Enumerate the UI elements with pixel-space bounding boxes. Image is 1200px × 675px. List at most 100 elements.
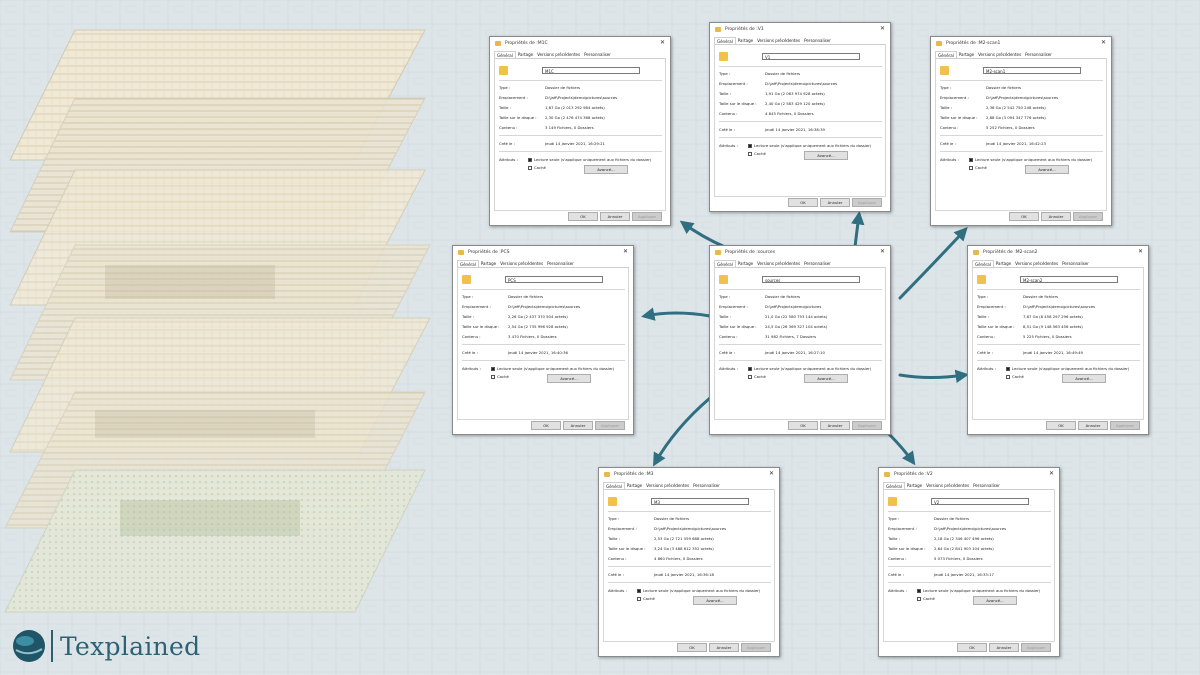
tab-sharing[interactable]: Partage <box>736 260 755 267</box>
cancel-button[interactable]: Annuler <box>1078 421 1108 430</box>
apply-button[interactable]: Appliquer <box>1021 643 1051 652</box>
ok-button[interactable]: OK <box>788 421 818 430</box>
folder-name-field[interactable]: V2 <box>931 498 1029 505</box>
ok-button[interactable]: OK <box>1009 212 1039 221</box>
apply-button[interactable]: Appliquer <box>1073 212 1103 221</box>
folder-name-field[interactable]: sources <box>762 276 860 283</box>
readonly-checkbox[interactable] <box>491 367 495 371</box>
readonly-checkbox[interactable] <box>917 589 921 593</box>
tab-customize[interactable]: Personnaliser <box>802 260 833 267</box>
tab-general[interactable]: Général <box>935 51 957 58</box>
tab-sharing[interactable]: Partage <box>516 51 535 58</box>
folder-name-field[interactable]: PCS <box>505 276 603 283</box>
tab-previous-versions[interactable]: Versions précédentes <box>755 260 802 267</box>
tab-previous-versions[interactable]: Versions précédentes <box>1013 260 1060 267</box>
ok-button[interactable]: OK <box>677 643 707 652</box>
title-bar[interactable]: Propriétés de : V2 ✕ <box>879 468 1059 480</box>
tab-previous-versions[interactable]: Versions précédentes <box>535 51 582 58</box>
close-icon[interactable]: ✕ <box>1101 39 1106 46</box>
close-icon[interactable]: ✕ <box>880 248 885 255</box>
tab-general[interactable]: Général <box>714 260 736 267</box>
hidden-checkbox[interactable] <box>1006 375 1010 379</box>
close-icon[interactable]: ✕ <box>623 248 628 255</box>
properties-dialog-v2[interactable]: Propriétés de : V2 ✕ Général Partage Versio… <box>878 467 1060 657</box>
properties-dialog-v1[interactable]: Propriétés de : V1 ✕ Général Partage Versio… <box>709 22 891 212</box>
close-icon[interactable]: ✕ <box>880 25 885 32</box>
tab-customize[interactable]: Personnaliser <box>691 482 722 489</box>
tab-general[interactable]: Général <box>883 482 905 489</box>
hidden-checkbox[interactable] <box>491 375 495 379</box>
hidden-checkbox[interactable] <box>637 597 641 601</box>
tab-sharing[interactable]: Partage <box>736 37 755 44</box>
close-icon[interactable]: ✕ <box>769 470 774 477</box>
advanced-button[interactable]: Avancé... <box>973 596 1017 605</box>
hidden-checkbox[interactable] <box>917 597 921 601</box>
tab-sharing[interactable]: Partage <box>479 260 498 267</box>
apply-button[interactable]: Appliquer <box>852 421 882 430</box>
advanced-button[interactable]: Avancé... <box>804 151 848 160</box>
hidden-checkbox[interactable] <box>969 166 973 170</box>
tab-general[interactable]: Général <box>457 260 479 267</box>
tab-customize[interactable]: Personnaliser <box>971 482 1002 489</box>
cancel-button[interactable]: Annuler <box>563 421 593 430</box>
title-bar[interactable]: Propriétés de : PCS ✕ <box>453 246 633 258</box>
tab-general[interactable]: Général <box>494 51 516 58</box>
folder-name-field[interactable]: M2-scan1 <box>983 67 1081 74</box>
tab-general[interactable]: Général <box>972 260 994 267</box>
readonly-checkbox[interactable] <box>637 589 641 593</box>
cancel-button[interactable]: Annuler <box>820 198 850 207</box>
properties-dialog-m1c[interactable]: Propriétés de : M1C ✕ Général Partage Versi… <box>489 36 671 226</box>
tab-sharing[interactable]: Partage <box>905 482 924 489</box>
ok-button[interactable]: OK <box>1046 421 1076 430</box>
hidden-checkbox[interactable] <box>528 166 532 170</box>
tab-customize[interactable]: Personnaliser <box>582 51 613 58</box>
title-bar[interactable]: Propriétés de : M3 ✕ <box>599 468 779 480</box>
properties-dialog-pcs[interactable]: Propriétés de : PCS ✕ Général Partage Versi… <box>452 245 634 435</box>
readonly-checkbox[interactable] <box>1006 367 1010 371</box>
readonly-checkbox[interactable] <box>969 158 973 162</box>
apply-button[interactable]: Appliquer <box>1110 421 1140 430</box>
apply-button[interactable]: Appliquer <box>852 198 882 207</box>
ok-button[interactable]: OK <box>788 198 818 207</box>
advanced-button[interactable]: Avancé... <box>1025 165 1069 174</box>
ok-button[interactable]: OK <box>568 212 598 221</box>
close-icon[interactable]: ✕ <box>660 39 665 46</box>
cancel-button[interactable]: Annuler <box>709 643 739 652</box>
cancel-button[interactable]: Annuler <box>600 212 630 221</box>
tab-previous-versions[interactable]: Versions précédentes <box>924 482 971 489</box>
properties-dialog-sources[interactable]: Propriétés de : sources ✕ Général Partage V… <box>709 245 891 435</box>
ok-button[interactable]: OK <box>957 643 987 652</box>
readonly-checkbox[interactable] <box>528 158 532 162</box>
tab-sharing[interactable]: Partage <box>957 51 976 58</box>
tab-sharing[interactable]: Partage <box>994 260 1013 267</box>
advanced-button[interactable]: Avancé... <box>1062 374 1106 383</box>
advanced-button[interactable]: Avancé... <box>693 596 737 605</box>
advanced-button[interactable]: Avancé... <box>547 374 591 383</box>
tab-general[interactable]: Général <box>714 37 736 44</box>
properties-dialog-m3[interactable]: Propriétés de : M3 ✕ Général Partage Versio… <box>598 467 780 657</box>
cancel-button[interactable]: Annuler <box>1041 212 1071 221</box>
advanced-button[interactable]: Avancé... <box>584 165 628 174</box>
folder-name-field[interactable]: M3 <box>651 498 749 505</box>
hidden-checkbox[interactable] <box>748 375 752 379</box>
properties-dialog-m2-scan1[interactable]: Propriétés de : M2-scan1 ✕ Général Partage… <box>930 36 1112 226</box>
apply-button[interactable]: Appliquer <box>741 643 771 652</box>
apply-button[interactable]: Appliquer <box>595 421 625 430</box>
tab-customize[interactable]: Personnaliser <box>1023 51 1054 58</box>
title-bar[interactable]: Propriétés de : V1 ✕ <box>710 23 890 35</box>
title-bar[interactable]: Propriétés de : sources ✕ <box>710 246 890 258</box>
tab-customize[interactable]: Personnaliser <box>545 260 576 267</box>
title-bar[interactable]: Propriétés de : M1C ✕ <box>490 37 670 49</box>
readonly-checkbox[interactable] <box>748 367 752 371</box>
tab-previous-versions[interactable]: Versions précédentes <box>976 51 1023 58</box>
folder-name-field[interactable]: V1 <box>762 53 860 60</box>
tab-customize[interactable]: Personnaliser <box>802 37 833 44</box>
hidden-checkbox[interactable] <box>748 152 752 156</box>
title-bar[interactable]: Propriétés de : M2-scan2 ✕ <box>968 246 1148 258</box>
tab-previous-versions[interactable]: Versions précédentes <box>755 37 802 44</box>
ok-button[interactable]: OK <box>531 421 561 430</box>
properties-dialog-m2-scan2[interactable]: Propriétés de : M2-scan2 ✕ Général Partage… <box>967 245 1149 435</box>
apply-button[interactable]: Appliquer <box>632 212 662 221</box>
tab-general[interactable]: Général <box>603 482 625 489</box>
tab-sharing[interactable]: Partage <box>625 482 644 489</box>
